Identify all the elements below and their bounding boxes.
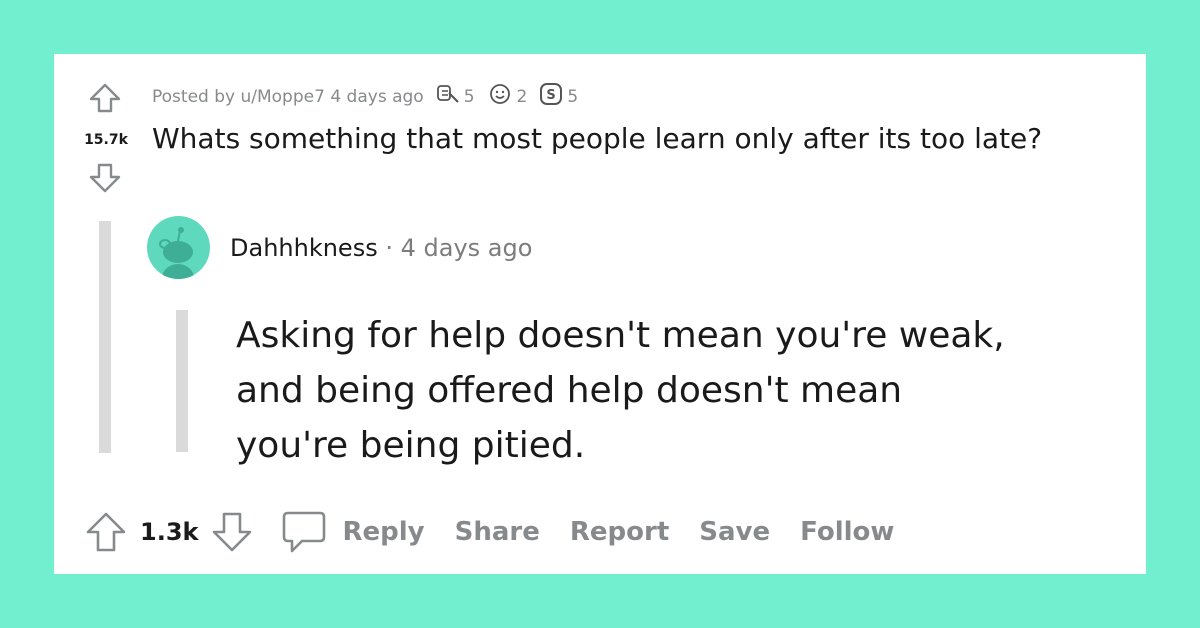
- comment-upvote-icon[interactable]: [84, 510, 128, 554]
- report-button[interactable]: Report: [570, 517, 669, 547]
- post-score: 15.7k: [84, 132, 128, 148]
- comment-action-bar: 1.3k Reply Share Report Save Follow: [84, 504, 894, 560]
- meta-separator: ·: [385, 234, 393, 262]
- award-silver[interactable]: S 5: [539, 82, 578, 111]
- save-button[interactable]: Save: [699, 517, 770, 547]
- post-author-link[interactable]: u/Moppe7: [240, 87, 324, 107]
- follow-button[interactable]: Follow: [800, 517, 894, 547]
- comment-username[interactable]: Dahhhkness: [230, 234, 378, 262]
- wholesome-award-icon: [487, 83, 513, 110]
- silver-award-icon: S: [539, 82, 563, 111]
- post-card: 15.7k Posted by u/Moppe7 4 days ago 5 2 …: [54, 54, 1146, 574]
- comment-time: 4 days ago: [400, 234, 533, 262]
- svg-text:S: S: [547, 88, 556, 103]
- post-title[interactable]: Whats something that most people learn o…: [152, 122, 1042, 155]
- award-count: 2: [516, 86, 528, 107]
- award-count: 5: [463, 86, 475, 107]
- comment-meta: Dahhhkness · 4 days ago: [230, 234, 532, 262]
- post-upvote-icon[interactable]: [88, 82, 122, 114]
- reply-button[interactable]: Reply: [342, 517, 424, 547]
- posted-by-label: Posted by: [152, 86, 236, 107]
- award-wholesome[interactable]: 2: [487, 83, 528, 110]
- share-button[interactable]: Share: [455, 517, 540, 547]
- comment-downvote-icon[interactable]: [210, 510, 254, 554]
- post-meta: Posted by u/Moppe7 4 days ago 5 2 S 5: [152, 82, 578, 111]
- comment-body: Asking for help doesn't mean you're weak…: [236, 315, 1005, 466]
- comment-thread-line[interactable]: [176, 310, 188, 452]
- award-helpful[interactable]: 5: [436, 83, 475, 110]
- thread-line[interactable]: [99, 221, 111, 453]
- avatar[interactable]: [147, 216, 210, 279]
- post-time: 4 days ago: [330, 86, 424, 107]
- helpful-award-icon: [436, 83, 460, 110]
- comment-score: 1.3k: [140, 518, 199, 546]
- award-count: 5: [567, 86, 579, 107]
- comment-bubble-icon[interactable]: [280, 509, 328, 555]
- snoo-avatar-icon: [159, 227, 194, 279]
- post-downvote-icon[interactable]: [88, 162, 122, 194]
